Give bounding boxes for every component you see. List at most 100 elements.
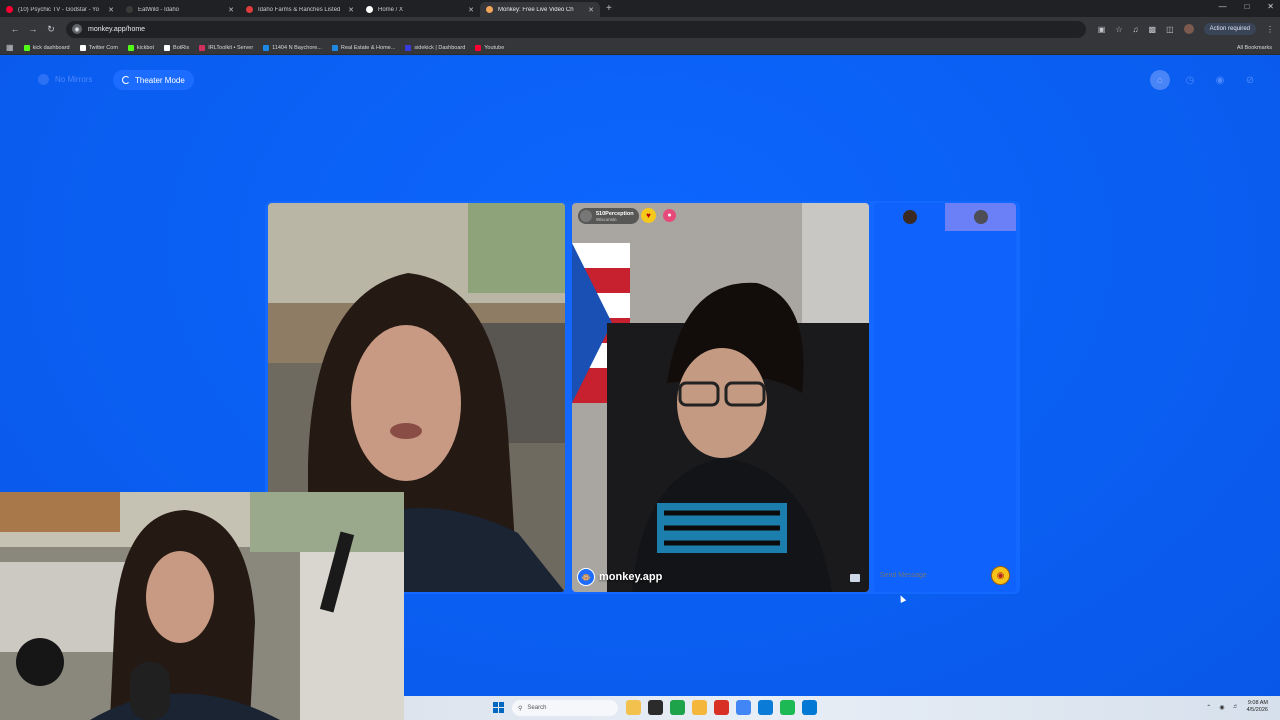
taskbar-search-label: Search [527, 705, 547, 711]
chat-tab-self[interactable] [874, 203, 945, 231]
bookmark-item[interactable]: sidekick | Dashboard [405, 44, 465, 51]
browser-tab[interactable]: (10) Psychic TV - Godstar - Yo ✕ [0, 2, 120, 17]
bookmark-item[interactable]: 11404 N Baychore... [263, 44, 322, 51]
site-info-icon[interactable]: ◉ [72, 24, 82, 34]
tab-favicon-icon [246, 6, 253, 13]
all-bookmarks-button[interactable]: All Bookmarks [1237, 45, 1272, 51]
bookmark-item[interactable]: Twitter Com [79, 44, 118, 51]
back-icon[interactable]: ← [6, 24, 24, 34]
browser-tab[interactable]: Monkey: Free Live Video Ch ✕ [480, 2, 600, 17]
menu-dots-icon[interactable]: ⋮ [1266, 25, 1274, 34]
bookmark-item[interactable]: kick dashboard [23, 44, 70, 51]
bookmark-label: kick dashboard [32, 44, 70, 51]
close-tab-icon[interactable]: ✕ [228, 6, 234, 14]
system-tray: ⌃ ◉ ♬ 9:08 AM 4/5/2026 [1206, 700, 1268, 714]
history-icon[interactable]: ◷ [1180, 70, 1200, 90]
bookmarks-bar: ▦ kick dashboard Twitter Com kickbot BotRix… [0, 41, 1280, 55]
chat-tab-remote[interactable] [945, 203, 1016, 231]
theater-mode-button[interactable]: Theater Mode [113, 70, 194, 90]
gift-icon[interactable]: ◉ [991, 565, 1010, 585]
volume-icon[interactable]: ♬ [1233, 704, 1239, 710]
no-mirror-label: No Mirrors [55, 75, 93, 84]
chat-input-row: ◉ [880, 564, 1010, 586]
new-tab-button[interactable]: + [600, 2, 618, 17]
flag-icon[interactable] [850, 574, 860, 582]
remote-avatar [973, 210, 988, 224]
url-text: monkey.app/home [88, 25, 146, 33]
install-icon[interactable]: ▣ [1098, 25, 1106, 34]
send-message-input[interactable] [880, 571, 980, 579]
chat-tabs [874, 203, 1016, 231]
chevron-up-icon[interactable]: ⌃ [1206, 704, 1211, 711]
clock[interactable]: 9:08 AM 4/5/2026 [1247, 700, 1268, 714]
tab-favicon-icon [366, 6, 373, 13]
tab-favicon-icon [486, 6, 493, 13]
slash-icon[interactable]: ⊘ [1240, 70, 1260, 90]
edge-icon[interactable] [758, 700, 773, 715]
profile-avatar[interactable] [1183, 24, 1194, 34]
start-button[interactable] [493, 702, 504, 713]
eye-icon[interactable]: ◉ [1210, 70, 1230, 90]
network-icon[interactable]: ◉ [1219, 704, 1224, 711]
watermark-text: monkey.app [599, 571, 663, 583]
monkey-logo-icon: 🐵 [577, 568, 595, 586]
address-bar[interactable]: ◉ monkey.app/home [66, 20, 1086, 38]
file-explorer-icon[interactable] [626, 700, 641, 715]
close-tab-icon[interactable]: ✕ [468, 6, 474, 14]
close-tab-icon[interactable]: ✕ [108, 6, 114, 14]
media-icon[interactable]: ♫ [1133, 25, 1139, 34]
toggle-dot [38, 74, 49, 85]
theater-mode-label: Theater Mode [135, 75, 185, 85]
browser-tab[interactable]: EatWild - Idaho ✕ [120, 2, 240, 17]
bookmark-favicon-icon [475, 44, 482, 51]
maximize-icon[interactable]: □ [1244, 2, 1249, 11]
bookmark-item[interactable]: kickbot [127, 44, 154, 51]
store-icon[interactable] [802, 700, 817, 715]
browser-tab[interactable]: Idaho Farms & Ranches Listed ✕ [240, 2, 360, 17]
bookmark-item[interactable]: Real Estate & Home... [331, 44, 395, 51]
task-view-icon[interactable] [648, 700, 663, 715]
bookmark-label: Twitter Com [88, 44, 118, 51]
spotify-icon[interactable] [780, 700, 795, 715]
action-required-button[interactable]: Action required [1203, 23, 1256, 35]
report-icon[interactable]: ● [663, 209, 676, 222]
bookmark-favicon-icon [263, 44, 270, 51]
monkey-watermark: 🐵 monkey.app [577, 568, 662, 586]
extensions-icon[interactable]: ▩ [1149, 25, 1157, 34]
apps-grid-icon[interactable]: ▦ [6, 43, 14, 52]
bookmark-item[interactable]: BotRix [164, 44, 189, 51]
chrome-icon[interactable] [736, 700, 751, 715]
window-controls: — □ ✕ [1218, 2, 1274, 11]
bookmark-favicon-icon [331, 44, 338, 51]
bookmark-item[interactable]: Youtube [475, 44, 504, 51]
browser-toolbar: ← → ↻ ◉ monkey.app/home ▣ ☆ ♫ ▩ ◫ Action… [0, 17, 1280, 41]
no-mirror-toggle[interactable]: No Mirrors [38, 74, 92, 85]
forward-icon[interactable]: → [24, 24, 42, 34]
taskbar-search[interactable]: ⚲ Search [512, 700, 618, 716]
bookmark-label: 11404 N Baychore... [272, 44, 322, 51]
reload-icon[interactable]: ↻ [42, 24, 60, 35]
bookmark-favicon-icon [164, 44, 171, 51]
app-icon[interactable] [714, 700, 729, 715]
tab-favicon-icon [6, 6, 13, 13]
remote-user-pill[interactable]: 510Perception Wisconsin [578, 208, 639, 224]
sidepanel-icon[interactable]: ◫ [1166, 25, 1174, 34]
tab-favicon-icon [126, 6, 133, 13]
toolbar-actions: ▣ ☆ ♫ ▩ ◫ Action required ⋮ [1098, 23, 1274, 35]
close-tab-icon[interactable]: ✕ [588, 6, 594, 14]
bookmark-favicon-icon [23, 44, 30, 51]
bookmark-item[interactable]: IRLToolkit • Server [199, 44, 253, 51]
browser-tab[interactable]: Home / X ✕ [360, 2, 480, 17]
remote-video: 510Perception Wisconsin ♥ ● 🐵 monkey.app [572, 203, 869, 592]
close-tab-icon[interactable]: ✕ [348, 6, 354, 14]
heart-icon[interactable]: ♥ [641, 208, 656, 223]
tab-title: (10) Psychic TV - Godstar - Yo [18, 6, 99, 13]
bookmark-star-icon[interactable]: ☆ [1115, 25, 1122, 34]
folder-icon[interactable] [692, 700, 707, 715]
browser-icon[interactable] [670, 700, 685, 715]
tab-title: EatWild - Idaho [138, 6, 180, 13]
minimize-icon[interactable]: — [1218, 2, 1226, 11]
close-window-icon[interactable]: ✕ [1267, 2, 1274, 11]
chat-messages [874, 231, 1016, 556]
home-icon[interactable]: ⌂ [1150, 70, 1170, 90]
